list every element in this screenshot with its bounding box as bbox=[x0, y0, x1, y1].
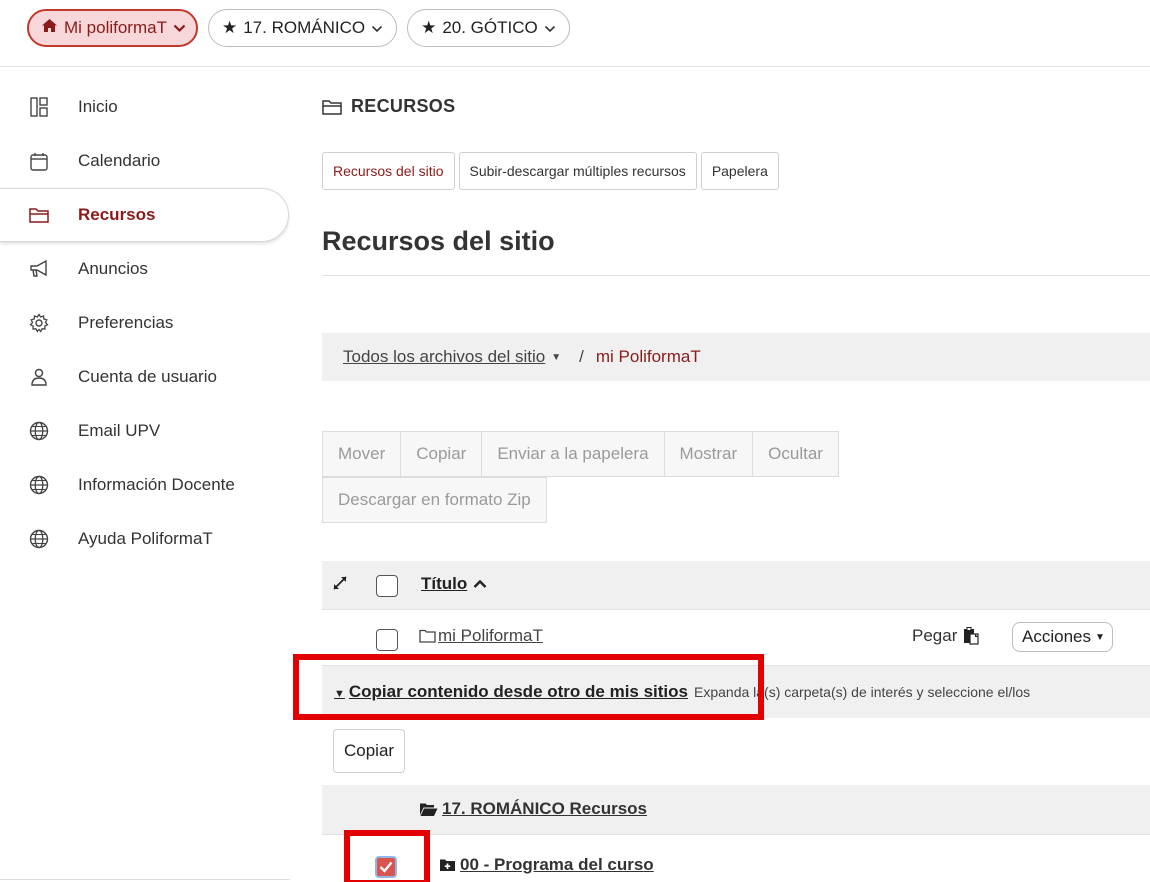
site-tab-romanico[interactable]: ★ 17. ROMÁNICO bbox=[207, 9, 398, 47]
star-icon: ★ bbox=[421, 18, 437, 37]
copy-hint: Expanda la(s) carpeta(s) de interés y se… bbox=[694, 684, 1031, 700]
site-tab-label: 20. GÓTICO bbox=[442, 18, 538, 37]
sidebar-item-label: Ayuda PoliformaT bbox=[78, 529, 213, 548]
tab-recursos-del-sitio[interactable]: Recursos del sitio bbox=[322, 152, 455, 190]
breadcrumb-separator: / bbox=[579, 347, 584, 366]
sidebar-item-ayuda[interactable]: Ayuda PoliformaT bbox=[0, 512, 290, 566]
row-checkbox[interactable] bbox=[376, 629, 398, 651]
table-row: mi PoliformaT Pegar Acciones ▼ bbox=[322, 610, 1150, 666]
sidebar-item-label: Preferencias bbox=[78, 313, 174, 332]
copy-from-site-label: Copiar contenido desde otro de mis sitio… bbox=[348, 682, 688, 701]
download-zip-button[interactable]: Descargar en formato Zip bbox=[322, 477, 547, 523]
sidebar-item-label: Recursos bbox=[78, 205, 156, 224]
sidebar-item-calendario[interactable]: Calendario bbox=[0, 134, 290, 188]
sidebar-item-informacion-docente[interactable]: Información Docente bbox=[0, 458, 290, 512]
sidebar-item-cuenta[interactable]: Cuenta de usuario bbox=[0, 350, 290, 404]
select-all-checkbox[interactable] bbox=[376, 575, 398, 597]
sidebar-item-preferencias[interactable]: Preferencias bbox=[0, 296, 290, 350]
globe-icon bbox=[25, 420, 53, 442]
dashboard-icon bbox=[25, 96, 53, 118]
move-button[interactable]: Mover bbox=[322, 431, 402, 477]
site-tabs: Mi poliformaT ★ 17. ROMÁNICO ★ 20. GÓTIC… bbox=[27, 9, 570, 47]
sidebar-item-inicio[interactable]: Inicio bbox=[0, 80, 290, 134]
sidebar-item-recursos[interactable]: Recursos bbox=[0, 188, 289, 242]
copy-from-site-row: ▼ Copiar contenido desde otro de mis siti… bbox=[322, 666, 1150, 718]
tool-title: RECURSOS bbox=[322, 96, 455, 117]
folder-icon bbox=[322, 99, 342, 115]
item-folder-name: 00 - Programa del curso bbox=[460, 855, 654, 874]
sidebar-item-anuncios[interactable]: Anuncios bbox=[0, 242, 290, 296]
source-item-row: 00 - Programa del curso bbox=[322, 835, 1150, 882]
paste-icon bbox=[964, 627, 979, 645]
star-icon: ★ bbox=[221, 18, 238, 37]
user-icon bbox=[25, 366, 53, 388]
trash-button[interactable]: Enviar a la papelera bbox=[481, 431, 665, 477]
chevron-down-icon bbox=[544, 21, 556, 36]
copy-from-site-toggle[interactable]: ▼ Copiar contenido desde otro de mis siti… bbox=[334, 682, 688, 702]
sidebar-item-label: Información Docente bbox=[78, 475, 235, 494]
site-tab-mi-poliformat[interactable]: Mi poliformaT bbox=[27, 9, 198, 47]
folder-link[interactable]: mi PoliformaT bbox=[419, 626, 543, 646]
source-site-name: 17. ROMÁNICO Recursos bbox=[442, 799, 647, 818]
item-folder-link[interactable]: 00 - Programa del curso bbox=[439, 855, 654, 875]
actions-dropdown[interactable]: Acciones ▼ bbox=[1012, 622, 1113, 652]
site-tab-label: Mi poliformaT bbox=[64, 18, 167, 37]
caret-down-icon: ▼ bbox=[1094, 631, 1105, 643]
paste-label: Pegar bbox=[912, 626, 958, 645]
title-column-header[interactable]: Título bbox=[421, 574, 487, 594]
globe-icon bbox=[25, 528, 53, 550]
header-divider bbox=[0, 66, 1150, 67]
show-button[interactable]: Mostrar bbox=[663, 431, 754, 477]
hide-button[interactable]: Ocultar bbox=[752, 431, 839, 477]
subtabs: Recursos del sitio Subir-descargar múlti… bbox=[322, 152, 779, 190]
sidebar-item-label: Calendario bbox=[78, 151, 161, 170]
folder-icon bbox=[25, 204, 53, 226]
chevron-up-icon bbox=[473, 579, 487, 588]
title-header-label: Título bbox=[421, 574, 468, 593]
sidebar-item-label: Anuncios bbox=[78, 259, 148, 278]
breadcrumb-current[interactable]: mi PoliformaT bbox=[596, 347, 701, 367]
page-title: Recursos del sitio bbox=[322, 226, 555, 256]
copy-button[interactable]: Copiar bbox=[400, 431, 483, 477]
tab-subir-descargar[interactable]: Subir-descargar múltiples recursos bbox=[458, 152, 697, 190]
sidebar-item-label: Inicio bbox=[78, 97, 118, 116]
copiar-button[interactable]: Copiar bbox=[333, 729, 406, 773]
tab-papelera[interactable]: Papelera bbox=[700, 152, 779, 190]
folder-icon bbox=[419, 629, 436, 643]
caret-down-icon: ▼ bbox=[334, 688, 345, 700]
gear-icon bbox=[25, 312, 53, 334]
bulk-actions: Mover Copiar Enviar a la papelera Mostra… bbox=[322, 431, 839, 523]
megaphone-icon bbox=[25, 258, 53, 280]
source-site-link[interactable]: 17. ROMÁNICO Recursos bbox=[419, 799, 647, 819]
globe-icon bbox=[25, 474, 53, 496]
check-icon bbox=[379, 861, 393, 873]
chevron-down-icon bbox=[173, 21, 186, 36]
sidebar: Inicio Calendario Recursos Anuncios Pref… bbox=[0, 80, 290, 566]
source-site-row: 17. ROMÁNICO Recursos bbox=[322, 785, 1150, 835]
site-tab-gotico[interactable]: ★ 20. GÓTICO bbox=[407, 9, 570, 47]
folder-plus-icon bbox=[440, 859, 455, 871]
site-tab-label: 17. ROMÁNICO bbox=[243, 18, 366, 37]
caret-down-icon[interactable]: ▼ bbox=[551, 352, 561, 363]
divider bbox=[322, 275, 1150, 276]
table-header: Título bbox=[322, 561, 1150, 610]
tool-title-text: RECURSOS bbox=[351, 96, 456, 116]
home-icon bbox=[41, 18, 58, 38]
expand-icon[interactable] bbox=[332, 575, 348, 596]
folder-name: mi PoliformaT bbox=[438, 626, 543, 645]
sidebar-item-email-upv[interactable]: Email UPV bbox=[0, 404, 290, 458]
sidebar-divider bbox=[0, 879, 290, 880]
paste-link[interactable]: Pegar bbox=[912, 626, 979, 646]
breadcrumb-root-link[interactable]: Todos los archivos del sitio bbox=[343, 347, 545, 367]
calendar-icon bbox=[25, 150, 53, 172]
item-checkbox-checked[interactable] bbox=[375, 856, 397, 878]
chevron-down-icon bbox=[371, 21, 383, 36]
breadcrumb: Todos los archivos del sitio ▼ / mi Poli… bbox=[322, 333, 1150, 381]
actions-label: Acciones bbox=[1022, 627, 1091, 646]
sidebar-item-label: Email UPV bbox=[78, 421, 161, 440]
folder-open-icon bbox=[420, 803, 438, 816]
sidebar-item-label: Cuenta de usuario bbox=[78, 367, 217, 386]
